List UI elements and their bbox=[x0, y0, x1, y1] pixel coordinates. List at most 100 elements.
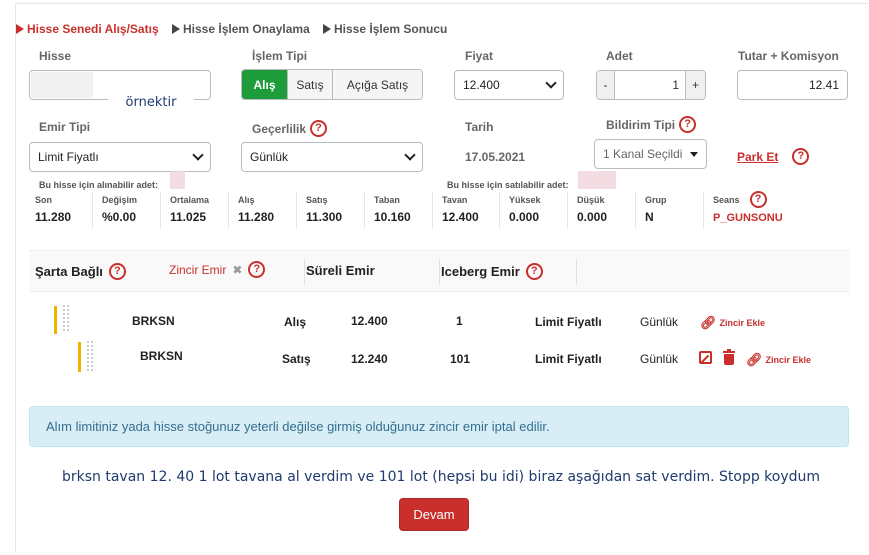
chevron-down-icon bbox=[404, 149, 416, 161]
divider bbox=[304, 259, 305, 285]
stat-label: Değişim bbox=[102, 195, 138, 205]
islem-tipi-label: İşlem Tipi bbox=[252, 49, 308, 63]
adet-increment-button[interactable]: + bbox=[685, 71, 705, 99]
stat-label: Düşük bbox=[577, 195, 605, 205]
order-type: Limit Fiyatlı bbox=[535, 352, 602, 366]
step-alis-satis[interactable]: Hisse Senedi Alış/Satış bbox=[16, 22, 159, 36]
order-qty: 1 bbox=[456, 314, 463, 328]
park-et-link[interactable]: Park Et bbox=[737, 150, 778, 164]
stat-value: 0.000 bbox=[509, 210, 540, 224]
divider bbox=[92, 192, 93, 228]
gecerlilik-value: Günlük bbox=[250, 150, 289, 164]
park-et-wrap: Park Et ? bbox=[737, 148, 810, 165]
tab-label: Şarta Bağlı bbox=[35, 264, 103, 279]
hisse-label: Hisse bbox=[39, 49, 72, 63]
order-price: 12.240 bbox=[351, 352, 388, 366]
stat-label: Satış bbox=[306, 195, 328, 205]
islem-tipi-aciga-satis-button[interactable]: Açığa Satış bbox=[332, 70, 422, 99]
help-icon[interactable]: ? bbox=[108, 263, 126, 280]
fiyat-select[interactable]: 12.400 bbox=[454, 70, 564, 100]
stat-value: 0.000 bbox=[577, 210, 608, 224]
order-type: Limit Fiyatlı bbox=[535, 315, 602, 329]
gecerlilik-select[interactable]: Günlük bbox=[241, 142, 423, 172]
zincir-ekle-link[interactable]: 🔗︎ Zincir Ekle bbox=[746, 352, 811, 368]
drag-dots-icon[interactable] bbox=[86, 340, 94, 372]
redacted-value bbox=[578, 171, 616, 189]
stat-label: Son bbox=[35, 195, 52, 205]
divider bbox=[296, 192, 297, 228]
alinabilir-adet-label: Bu hisse için alınabilir adet: bbox=[39, 180, 159, 190]
drag-dots-icon[interactable] bbox=[62, 304, 70, 332]
order-type-tabs: Şarta Bağlı ? Zincir Emir ✖ ? Süreli Emi… bbox=[29, 250, 849, 292]
zincir-ekle-link[interactable]: 🔗︎ Zincir Ekle bbox=[700, 315, 765, 331]
help-icon[interactable]: ? bbox=[310, 120, 328, 137]
order-symbol: BRKSN bbox=[140, 349, 183, 363]
stat-label: Yüksek bbox=[509, 195, 541, 205]
step-arrow-icon bbox=[323, 24, 331, 34]
divider bbox=[635, 192, 636, 228]
emir-tipi-select[interactable]: Limit Fiyatlı bbox=[29, 142, 211, 172]
stat-value: 10.160 bbox=[374, 210, 411, 224]
gecerlilik-label: Geçerlilik bbox=[252, 121, 307, 136]
tab-label: Zincir Emir bbox=[169, 262, 227, 277]
fiyat-value: 12.400 bbox=[463, 78, 500, 92]
step-onaylama[interactable]: Hisse İşlem Onaylama bbox=[172, 22, 310, 36]
seans-label-wrap: Seans ? bbox=[713, 191, 767, 208]
alert-text: Alım limitiniz yada hisse stoğunuz yeter… bbox=[46, 419, 550, 434]
drag-handle[interactable] bbox=[78, 342, 81, 372]
close-icon[interactable]: ✖ bbox=[232, 263, 242, 277]
order-validity: Günlük bbox=[640, 315, 679, 329]
order-symbol: BRKSN bbox=[132, 314, 175, 328]
caret-down-icon bbox=[690, 151, 698, 157]
tab-iceberg-emir[interactable]: Iceberg Emir ? bbox=[441, 263, 543, 280]
satilabilir-adet-label: Bu hisse için satılabilir adet: bbox=[447, 180, 569, 190]
order-side: Satış bbox=[282, 352, 311, 366]
help-icon[interactable]: ? bbox=[248, 261, 266, 278]
stat-value: %0.00 bbox=[102, 210, 137, 224]
bildirim-label: Bildirim Tipi bbox=[606, 117, 676, 132]
step-arrow-icon bbox=[16, 24, 24, 34]
tab-sarta-bagli[interactable]: Şarta Bağlı ? bbox=[35, 263, 126, 280]
adet-input[interactable]: 1 bbox=[615, 71, 685, 99]
edit-icon[interactable] bbox=[699, 351, 712, 364]
help-icon[interactable]: ? bbox=[792, 148, 810, 165]
tutar-komisyon-field[interactable]: 12.41 bbox=[737, 70, 848, 100]
stat-label: Alış bbox=[238, 195, 255, 205]
stat-label: Tavan bbox=[442, 195, 468, 205]
adet-decrement-button[interactable]: - bbox=[597, 71, 615, 99]
bildirim-value: 1 Kanal Seçildi bbox=[603, 147, 683, 161]
help-icon[interactable]: ? bbox=[679, 116, 697, 133]
bildirim-select[interactable]: 1 Kanal Seçildi bbox=[594, 139, 707, 169]
tab-label: Süreli Emir bbox=[306, 263, 375, 278]
adet-label: Adet bbox=[606, 49, 633, 63]
stat-value: 11.280 bbox=[238, 210, 275, 224]
step-sonucu[interactable]: Hisse İşlem Sonucu bbox=[323, 22, 447, 36]
devam-button[interactable]: Devam bbox=[399, 498, 469, 531]
seans-value: P_GUNSONU bbox=[713, 212, 783, 224]
tab-sureli-emir[interactable]: Süreli Emir bbox=[306, 263, 375, 278]
step-arrow-icon bbox=[172, 24, 180, 34]
bildirim-label-wrap: Bildirim Tipi ? bbox=[606, 116, 697, 133]
order-side: Alış bbox=[284, 315, 307, 329]
tarih-label: Tarih bbox=[465, 120, 494, 134]
link-chain-icon: 🔗︎ bbox=[700, 315, 717, 330]
help-icon[interactable]: ? bbox=[525, 263, 543, 280]
help-icon[interactable]: ? bbox=[749, 191, 767, 208]
stat-value: 11.280 bbox=[35, 210, 72, 224]
tutar-label: Tutar + Komisyon bbox=[738, 49, 839, 63]
order-price: 12.400 bbox=[351, 314, 388, 328]
trash-icon[interactable] bbox=[723, 349, 735, 365]
divider bbox=[499, 192, 500, 228]
emir-tipi-label: Emir Tipi bbox=[39, 120, 91, 134]
stat-label: Grup bbox=[645, 195, 667, 205]
step-label: Hisse Senedi Alış/Satış bbox=[27, 22, 159, 36]
stat-value: 11.300 bbox=[306, 210, 343, 224]
stat-value: N bbox=[645, 210, 654, 224]
emir-tipi-value: Limit Fiyatlı bbox=[38, 150, 99, 164]
drag-handle[interactable] bbox=[54, 306, 57, 334]
zincir-ekle-label: Zincir Ekle bbox=[719, 318, 766, 328]
tab-zincir-emir[interactable]: Zincir Emir ✖ ? bbox=[169, 261, 266, 278]
adet-stepper: - 1 + bbox=[596, 70, 706, 100]
islem-tipi-alis-button[interactable]: Alış bbox=[242, 70, 287, 99]
islem-tipi-satis-button[interactable]: Satış bbox=[287, 70, 332, 99]
